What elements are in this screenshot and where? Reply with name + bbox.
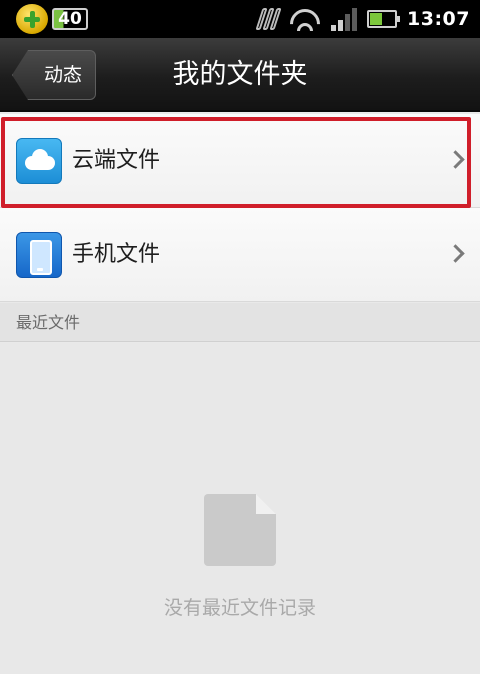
empty-message: 没有最近文件记录	[163, 597, 316, 619]
status-time: 13:07	[407, 8, 470, 30]
chevron-right-icon	[446, 244, 465, 263]
back-button[interactable]: 动态	[12, 50, 96, 100]
document-fold-icon	[256, 494, 276, 514]
title-bar: 我的文件夹 动态	[0, 38, 480, 112]
status-left: 40	[16, 4, 88, 34]
data-transfer-icon	[255, 6, 282, 32]
folder-item-label: 云端文件	[72, 148, 161, 173]
recent-empty-state: 没有最近文件记录	[0, 343, 480, 674]
folder-item-label: 手机文件	[72, 242, 161, 267]
plus-app-icon	[16, 4, 48, 34]
signal-icon	[331, 7, 358, 31]
recent-section-title: 最近文件	[16, 313, 81, 332]
phone-icon	[16, 232, 62, 278]
folder-item-phone[interactable]: 手机文件	[0, 208, 480, 302]
status-right: 13:07	[255, 0, 470, 38]
folder-list: 云端文件 手机文件	[0, 114, 480, 302]
wifi-icon	[289, 7, 322, 31]
status-bar: 40 13:07	[0, 0, 480, 38]
folder-item-cloud[interactable]: 云端文件	[0, 114, 480, 208]
notification-badge: 40	[52, 8, 88, 30]
recent-section-header: 最近文件	[0, 303, 480, 342]
back-button-label: 动态	[43, 64, 82, 86]
chevron-right-icon	[446, 150, 465, 169]
battery-icon	[367, 10, 401, 28]
cloud-icon	[16, 138, 62, 184]
